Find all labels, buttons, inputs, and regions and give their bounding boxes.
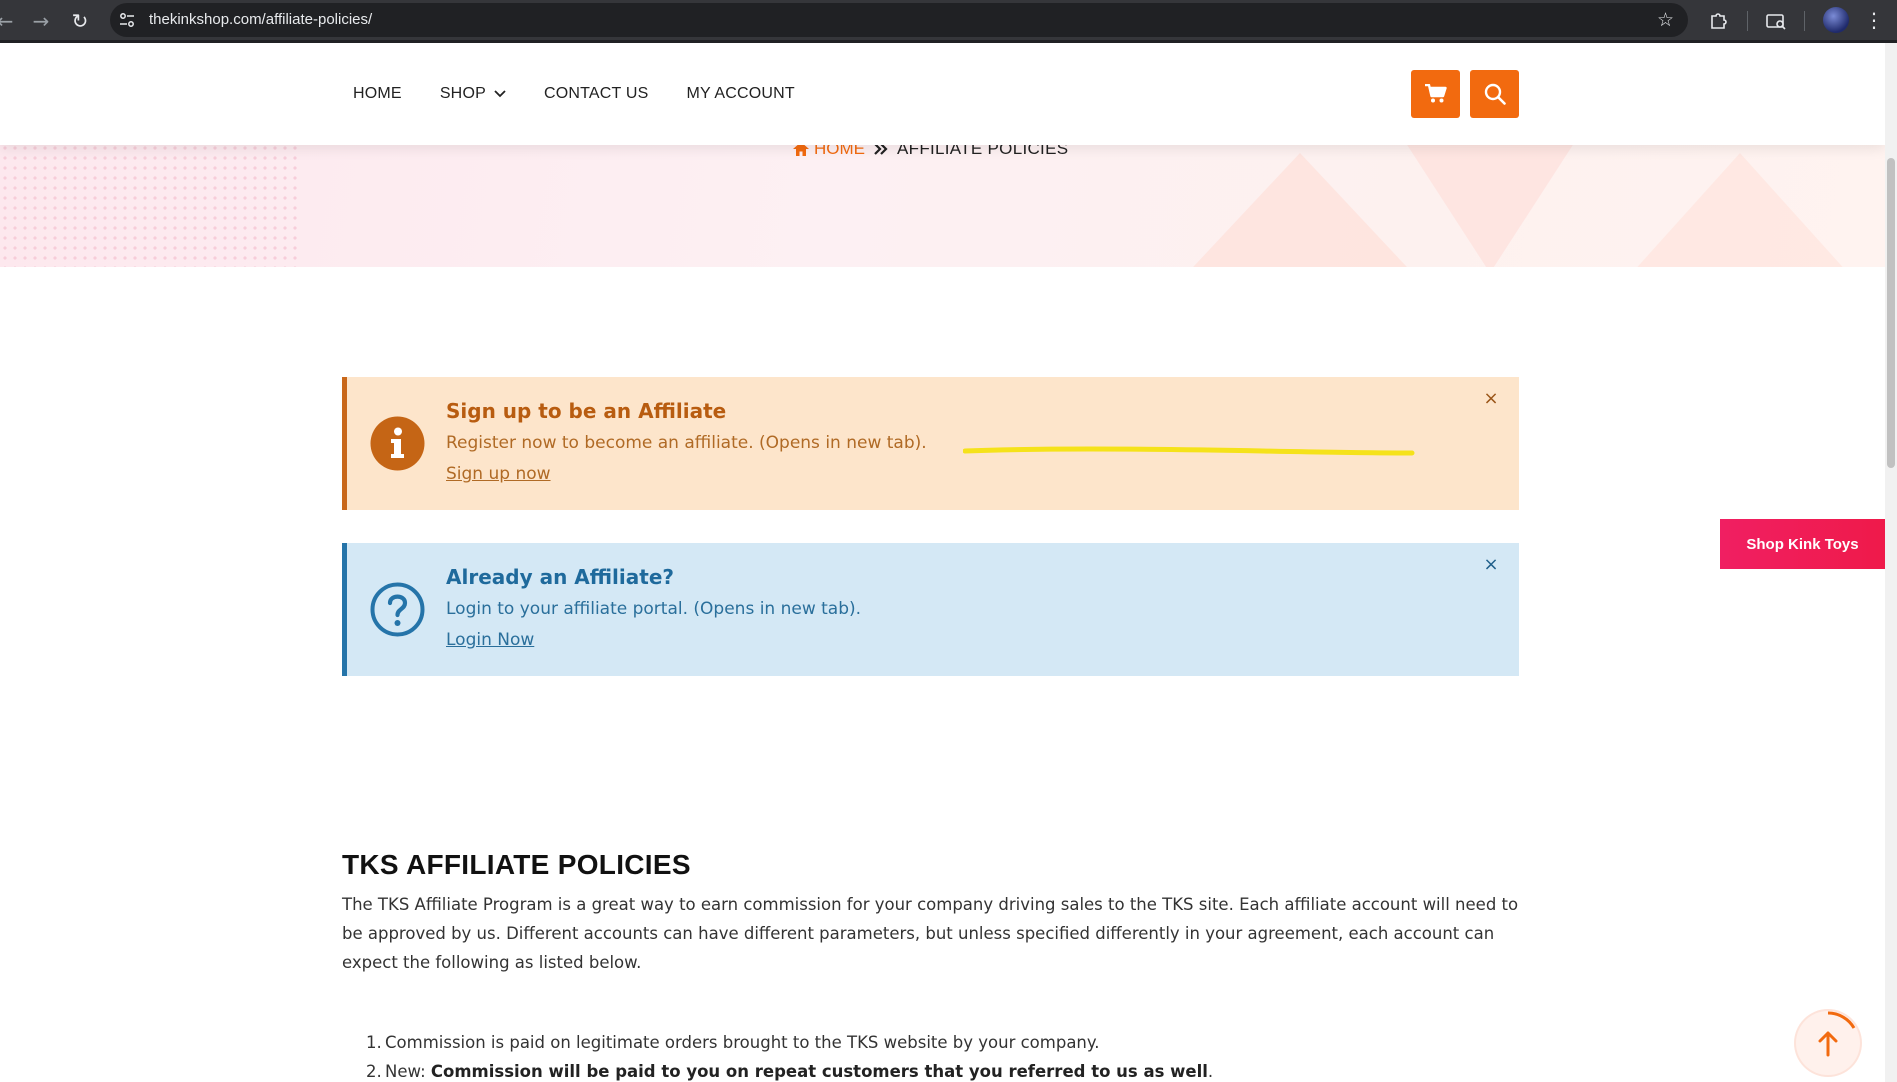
- main-menu: HOME SHOP CONTACT US MY ACCOUNT: [353, 43, 833, 145]
- page-title: TKS AFFILIATE POLICIES: [342, 849, 691, 880]
- menu-item-label: MY ACCOUNT: [686, 85, 795, 102]
- shop-kink-toys-button[interactable]: Shop Kink Toys: [1720, 519, 1885, 569]
- back-button[interactable]: ←: [0, 4, 22, 38]
- menu-item-contact-us[interactable]: CONTACT US: [544, 85, 649, 103]
- list-item-prefix: New:: [385, 1062, 431, 1081]
- search-button[interactable]: [1470, 70, 1519, 118]
- list-item: 1. Commission is paid on legitimate orde…: [366, 1028, 1213, 1057]
- list-item: 2. New: Commission will be paid to you o…: [366, 1057, 1213, 1082]
- toolbar-divider: [1747, 11, 1748, 31]
- browser-toolbar: ← → ↻ thekinkshop.com/affiliate-policies…: [0, 0, 1897, 43]
- toolbar-divider: [1804, 11, 1805, 31]
- reading-list-icon[interactable]: [1762, 7, 1790, 35]
- notice-text: Login to your affiliate portal. (Opens i…: [446, 599, 862, 619]
- login-now-link[interactable]: Login Now: [446, 630, 534, 650]
- list-number: 2.: [366, 1062, 382, 1081]
- sign-up-link[interactable]: Sign up now: [446, 464, 551, 484]
- signup-affiliate-notice: Sign up to be an Affiliate Register now …: [342, 377, 1519, 510]
- list-item-text: New: Commission will be paid to you on r…: [385, 1057, 1213, 1082]
- page-viewport: HOME AFFILIATE POLICIES HOME SHOP CONTAC…: [0, 43, 1885, 1082]
- browser-menu-icon[interactable]: ⋮: [1864, 5, 1884, 35]
- menu-item-label: CONTACT US: [543, 85, 649, 102]
- yellow-highlight-stroke: [963, 446, 1415, 456]
- cart-button[interactable]: [1411, 70, 1460, 118]
- info-icon: [370, 416, 425, 471]
- search-icon: [1484, 83, 1506, 105]
- page-scrollbar[interactable]: [1885, 43, 1897, 1082]
- bookmark-star-icon[interactable]: ☆: [1657, 3, 1674, 37]
- close-icon[interactable]: ×: [1481, 389, 1501, 409]
- scrollbar-thumb[interactable]: [1887, 158, 1895, 468]
- hero-dot-pattern: [0, 143, 300, 267]
- profile-avatar[interactable]: [1823, 7, 1849, 33]
- menu-item-my-account[interactable]: MY ACCOUNT: [687, 85, 795, 103]
- list-item-bold-text: Commission will be paid to you on repeat…: [430, 1062, 1208, 1081]
- arrow-up-icon: [1818, 1011, 1856, 1057]
- list-number: 1.: [366, 1033, 382, 1052]
- list-item-suffix: .: [1207, 1062, 1214, 1081]
- cart-icon: [1424, 84, 1447, 103]
- menu-item-home[interactable]: HOME: [353, 85, 402, 103]
- menu-item-label: SHOP: [439, 85, 486, 102]
- policies-intro: The TKS Affiliate Program is a great way…: [342, 895, 1519, 972]
- menu-item-label: HOME: [353, 85, 402, 102]
- list-item-text: Commission is paid on legitimate orders …: [385, 1033, 1100, 1052]
- forward-button[interactable]: →: [24, 4, 58, 38]
- site-header: HOME SHOP CONTACT US MY ACCOUNT: [0, 43, 1885, 145]
- menu-item-shop[interactable]: SHOP: [440, 85, 506, 103]
- scroll-to-top-button[interactable]: [1796, 1011, 1860, 1075]
- notice-title: Already an Affiliate?: [446, 565, 674, 589]
- hero-triangle-decoration: [1560, 153, 1885, 267]
- close-icon[interactable]: ×: [1481, 555, 1501, 575]
- address-bar[interactable]: thekinkshop.com/affiliate-policies/ ☆: [110, 3, 1688, 37]
- notice-text: Register now to become an affiliate. (Op…: [446, 433, 927, 453]
- reload-button[interactable]: ↻: [63, 4, 97, 38]
- existing-affiliate-notice: Already an Affiliate? Login to your affi…: [342, 543, 1519, 676]
- policy-list: 1. Commission is paid on legitimate orde…: [366, 1028, 1213, 1082]
- notice-title: Sign up to be an Affiliate: [446, 399, 727, 423]
- question-icon: [370, 582, 425, 637]
- extensions-icon[interactable]: [1704, 7, 1732, 35]
- chevron-down-icon: [494, 90, 506, 98]
- site-info-icon[interactable]: [118, 11, 136, 29]
- url-text[interactable]: thekinkshop.com/affiliate-policies/: [149, 3, 372, 37]
